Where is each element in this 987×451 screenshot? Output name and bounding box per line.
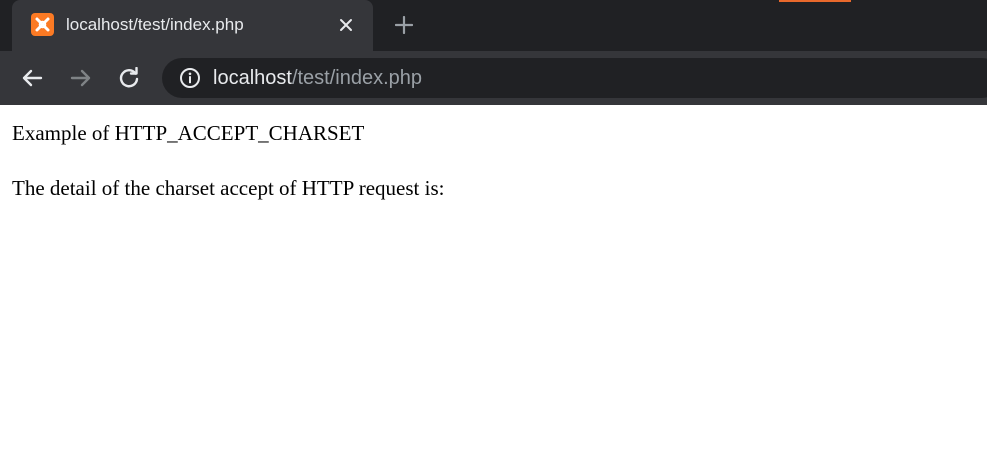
page-heading-line: Example of HTTP_ACCEPT_CHARSET xyxy=(12,121,365,145)
tab-strip-accent xyxy=(779,0,851,2)
browser-toolbar: localhost/test/index.php xyxy=(0,51,987,105)
info-icon[interactable] xyxy=(179,67,201,89)
url-text[interactable]: localhost/test/index.php xyxy=(213,66,422,90)
page-detail-line: The detail of the charset accept of HTTP… xyxy=(12,176,445,200)
tab-title: localhost/test/index.php xyxy=(66,15,244,34)
page-content: Example of HTTP_ACCEPT_CHARSET The detai… xyxy=(0,105,987,451)
back-arrow-icon[interactable] xyxy=(19,65,45,91)
address-bar[interactable]: localhost/test/index.php xyxy=(162,58,987,98)
close-icon[interactable] xyxy=(334,13,358,37)
forward-arrow-icon[interactable] xyxy=(68,65,94,91)
tab-strip: localhost/test/index.php xyxy=(0,0,987,51)
active-tab[interactable]: localhost/test/index.php xyxy=(12,0,373,51)
xampp-icon xyxy=(31,13,54,36)
plus-icon[interactable] xyxy=(392,13,416,37)
url-path: /test/index.php xyxy=(291,67,423,89)
url-host: localhost xyxy=(213,67,292,89)
reload-icon[interactable] xyxy=(116,65,142,91)
